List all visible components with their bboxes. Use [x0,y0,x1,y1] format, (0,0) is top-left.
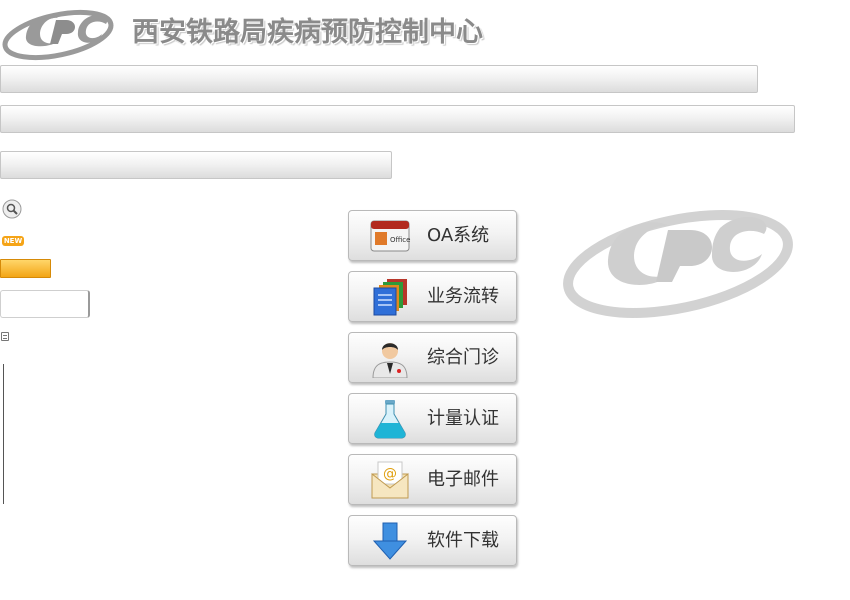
orange-action-button[interactable] [0,259,51,278]
metrology-certification-button[interactable]: 计量认证 [348,393,517,444]
menu-label: 业务流转 [427,286,499,307]
doctor-icon [372,343,408,378]
search-icon[interactable] [2,199,22,219]
new-badge: NEW [2,236,24,246]
email-button[interactable]: @ 电子邮件 [348,454,517,505]
clinic-button[interactable]: 综合门诊 [348,332,517,383]
menu-label: 软件下载 [427,530,499,551]
header-bar-2 [0,105,795,133]
cdc-logo [563,210,793,318]
header-bar-1 [0,65,758,93]
text-input[interactable] [0,290,90,318]
documents-icon [373,279,407,316]
page-title: 西安铁路局疾病预防控制中心 [132,17,483,48]
svg-text:Office: Office [390,236,410,244]
menu-label: 电子邮件 [427,469,499,490]
office-icon: Office [370,220,410,252]
menu-label: 计量认证 [427,408,499,429]
document-icon[interactable] [1,332,9,341]
svg-text:@: @ [383,466,397,482]
cpc-logo [2,9,114,61]
menu-label: OA系统 [427,225,490,246]
software-download-button[interactable]: 软件下载 [348,515,517,566]
header-bar-3 [0,151,392,179]
vertical-divider [3,364,4,504]
business-flow-button[interactable]: 业务流转 [348,271,517,322]
flask-icon [374,400,406,439]
oa-system-button[interactable]: Office OA系统 [348,210,517,261]
download-arrow-icon [372,522,408,560]
email-icon: @ [371,461,409,499]
menu-label: 综合门诊 [427,347,499,368]
